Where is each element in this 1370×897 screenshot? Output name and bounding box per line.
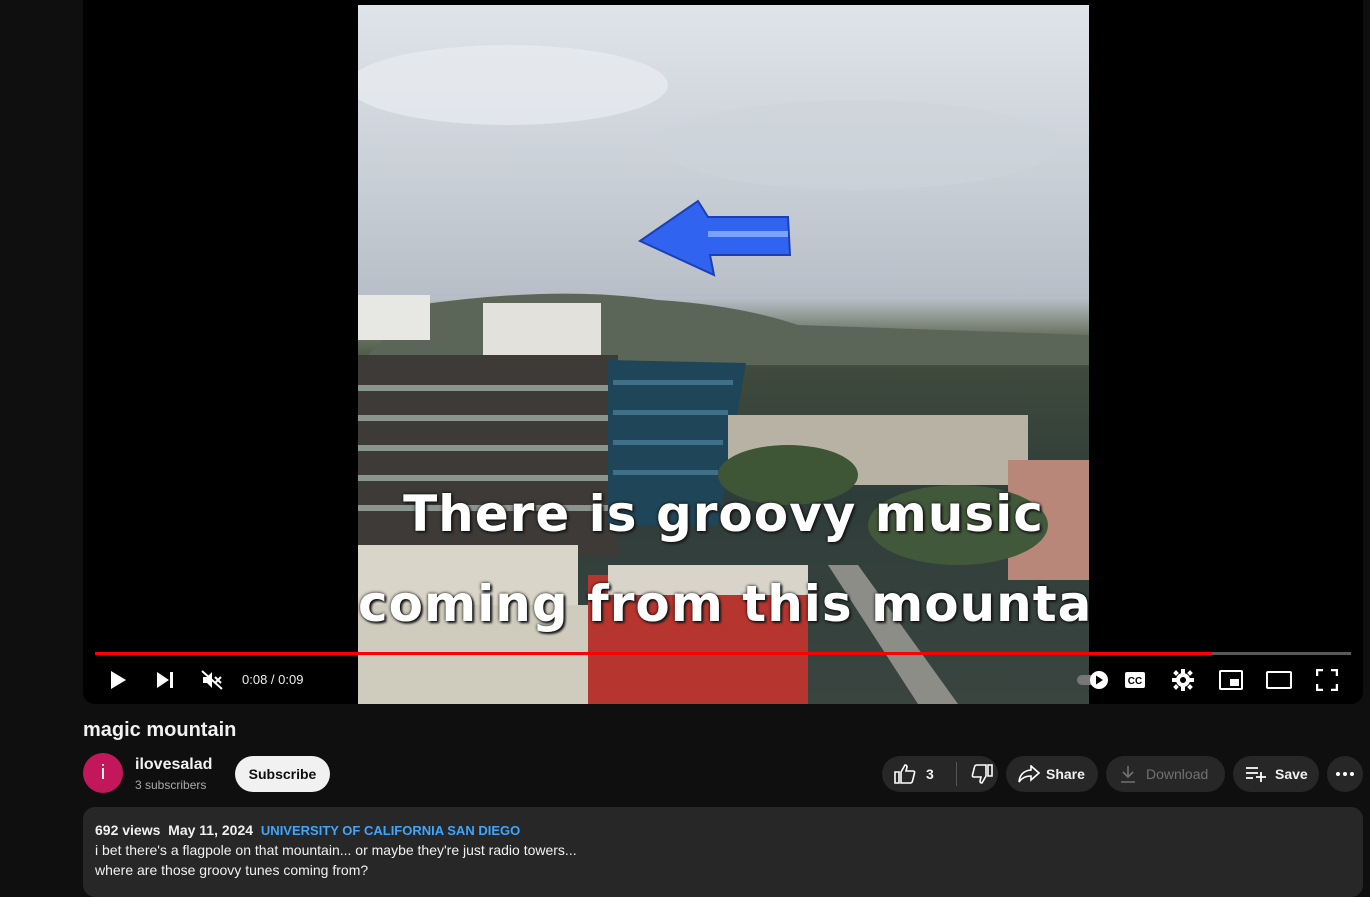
miniplayer-icon bbox=[1219, 670, 1243, 690]
next-button[interactable] bbox=[147, 660, 183, 700]
download-icon bbox=[1121, 766, 1135, 783]
theater-mode-icon bbox=[1266, 671, 1292, 689]
fullscreen-icon bbox=[1316, 669, 1338, 691]
captions-icon: CC bbox=[1125, 672, 1145, 688]
video-player[interactable]: There is groovy music coming from this m… bbox=[83, 0, 1363, 704]
play-button[interactable] bbox=[100, 660, 136, 700]
next-icon bbox=[157, 672, 173, 688]
share-button[interactable]: Share bbox=[1006, 756, 1098, 792]
settings-button[interactable] bbox=[1165, 660, 1201, 700]
description-line-2: where are those groovy tunes coming from… bbox=[95, 862, 369, 878]
captions-icon-label: CC bbox=[1128, 676, 1142, 687]
like-count: 3 bbox=[926, 766, 934, 782]
progress-bar[interactable] bbox=[95, 652, 1351, 655]
autoplay-toggle[interactable] bbox=[1073, 660, 1113, 700]
add-to-playlist-icon bbox=[1246, 767, 1266, 782]
autoplay-toggle-icon bbox=[1077, 671, 1108, 689]
progress-bar-played bbox=[95, 652, 1212, 655]
thumbs-down-icon bbox=[971, 764, 993, 784]
avatar-letter: i bbox=[100, 761, 106, 784]
description-line-1: i bet there's a flagpole on that mountai… bbox=[95, 842, 577, 858]
subscriber-count: 3 subscribers bbox=[135, 778, 207, 792]
avatar[interactable]: i bbox=[83, 753, 123, 793]
share-label: Share bbox=[1046, 766, 1085, 782]
more-actions-button[interactable] bbox=[1327, 756, 1363, 792]
description-meta: 692 views May 11, 2024 UNIVERSITY OF CAL… bbox=[95, 822, 520, 838]
download-button[interactable]: Download bbox=[1106, 756, 1225, 792]
fullscreen-button[interactable] bbox=[1309, 660, 1345, 700]
more-horizontal-icon bbox=[1336, 772, 1354, 776]
volume-muted-icon bbox=[201, 670, 223, 690]
captions-button[interactable]: CC bbox=[1117, 660, 1153, 700]
player-controls: 0:08 / 0:09 CC bbox=[83, 660, 1363, 700]
like-dislike-group: 3 bbox=[882, 756, 998, 792]
video-frame[interactable]: There is groovy music coming from this m… bbox=[358, 5, 1089, 704]
upload-date: May 11, 2024 bbox=[168, 822, 254, 838]
channel-name[interactable]: ilovesalad bbox=[135, 756, 212, 774]
time-display: 0:08 / 0:09 bbox=[242, 672, 304, 687]
location-link[interactable]: UNIVERSITY OF CALIFORNIA SAN DIEGO bbox=[261, 823, 520, 838]
thumbs-up-icon bbox=[894, 764, 916, 784]
view-count: 692 views bbox=[95, 822, 161, 838]
save-label: Save bbox=[1275, 766, 1308, 782]
video-title: magic mountain bbox=[83, 719, 237, 741]
like-button[interactable]: 3 bbox=[882, 756, 956, 792]
download-label: Download bbox=[1146, 766, 1209, 782]
theater-mode-button[interactable] bbox=[1261, 660, 1297, 700]
miniplayer-button[interactable] bbox=[1213, 660, 1249, 700]
save-button[interactable]: Save bbox=[1233, 756, 1319, 792]
description-box[interactable]: 692 views May 11, 2024 UNIVERSITY OF CAL… bbox=[83, 807, 1363, 897]
video-caption-line1: There is groovy music bbox=[403, 485, 1044, 543]
settings-icon bbox=[1172, 669, 1194, 691]
share-icon bbox=[1018, 765, 1040, 783]
play-icon bbox=[111, 671, 126, 689]
video-caption-line2: coming from this mountain bbox=[358, 575, 1089, 633]
mute-button[interactable] bbox=[194, 660, 230, 700]
subscribe-button[interactable]: Subscribe bbox=[235, 756, 330, 792]
dislike-button[interactable] bbox=[957, 756, 993, 792]
